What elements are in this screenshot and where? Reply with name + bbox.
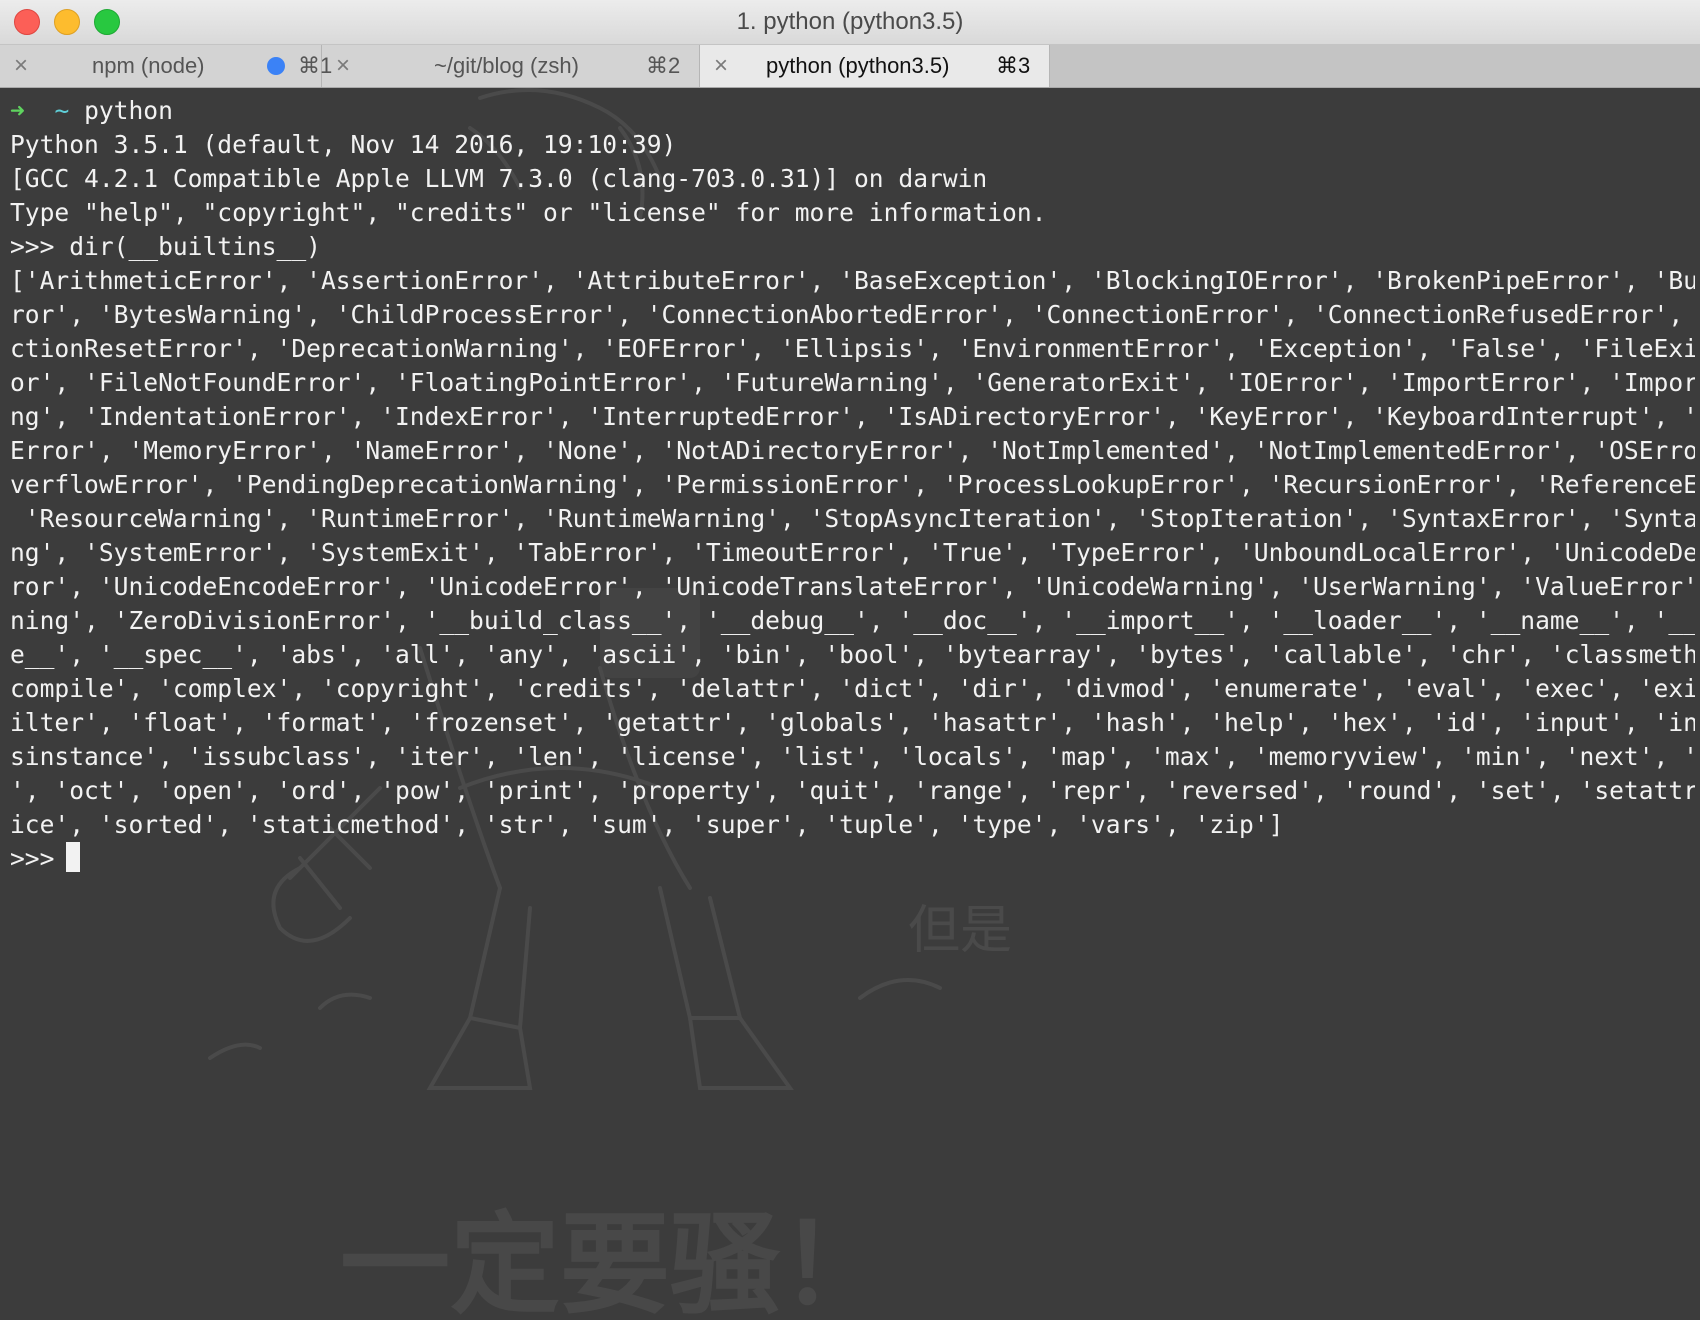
output-line: ice', 'sorted', 'staticmethod', 'str', '… <box>10 810 1284 839</box>
output-line: or', 'FileNotFoundError', 'FloatingPoint… <box>10 368 1695 397</box>
output-line: ['ArithmeticError', 'AssertionError', 'A… <box>10 266 1695 295</box>
background-slogan: 一定要骚！ <box>340 1201 890 1320</box>
tab-close-icon[interactable]: × <box>336 45 350 87</box>
output-line: e__', '__spec__', 'abs', 'all', 'any', '… <box>10 640 1695 669</box>
python-prompt-line[interactable]: >>> <box>10 842 1695 876</box>
tab-shortcut: ⌘2 <box>646 53 681 78</box>
output-line: ror', 'UnicodeEncodeError', 'UnicodeErro… <box>10 572 1695 601</box>
output-line: ilter', 'float', 'format', 'frozenset', … <box>10 708 1695 737</box>
output-line: Type "help", "copyright", "credits" or "… <box>10 198 1047 227</box>
tab-npm[interactable]: × npm (node) ⌘1 <box>0 45 332 87</box>
title-bar: 1. python (python3.5) <box>0 0 1700 45</box>
output-line: sinstance', 'issubclass', 'iter', 'len',… <box>10 742 1695 771</box>
shell-prompt-line: ➜ ~ python <box>10 94 1695 128</box>
output-line: Python 3.5.1 (default, Nov 14 2016, 19:1… <box>10 130 677 159</box>
tab-shortcut: ⌘3 <box>996 53 1031 78</box>
window-title: 1. python (python3.5) <box>736 8 964 35</box>
tab-label: npm (node) <box>92 53 205 78</box>
tab-bar: × npm (node) ⌘1 × ~/git/blog (zsh) ⌘2 × … <box>0 45 1700 88</box>
output-line: ning', 'ZeroDivisionError', '__build_cla… <box>10 606 1695 635</box>
prompt-arrow-icon: ➜ <box>10 96 25 125</box>
tab-label: ~/git/blog (zsh) <box>434 53 579 78</box>
output-line: ror', 'BytesWarning', 'ChildProcessError… <box>10 300 1695 329</box>
prompt-directory: ~ <box>54 96 70 125</box>
tab-python[interactable]: × python (python3.5) ⌘3 <box>700 45 1050 87</box>
tab-close-icon[interactable]: × <box>714 45 728 87</box>
terminal-window: 1. python (python3.5) × npm (node) ⌘1 × … <box>0 0 1700 1320</box>
tab-blog[interactable]: × ~/git/blog (zsh) ⌘2 <box>322 45 700 87</box>
background-caption: 但是 <box>908 901 1012 961</box>
output-line: ng', 'IndentationError', 'IndexError', '… <box>10 402 1695 431</box>
output-line: verflowError', 'PendingDeprecationWarnin… <box>10 470 1695 499</box>
output-line: [GCC 4.2.1 Compatible Apple LLVM 7.3.0 (… <box>10 164 988 193</box>
output-line: compile', 'complex', 'copyright', 'credi… <box>10 674 1695 703</box>
output-line: ', 'oct', 'open', 'ord', 'pow', 'print',… <box>10 776 1695 805</box>
prompt-command: python <box>84 96 173 125</box>
tab-label: python (python3.5) <box>766 53 950 78</box>
output-line: >>> dir(__builtins__) <box>10 232 321 261</box>
activity-dot-icon <box>267 57 285 75</box>
terminal-content[interactable]: 一定要骚！ 但是 ➜ ~ python Python 3.5.1 (defaul… <box>0 88 1700 1320</box>
output-line: 'ResourceWarning', 'RuntimeError', 'Runt… <box>10 504 1695 533</box>
terminal-output: ➜ ~ python Python 3.5.1 (default, Nov 14… <box>10 94 1695 876</box>
output-line: Error', 'MemoryError', 'NameError', 'Non… <box>10 436 1695 465</box>
tab-bar-empty-area[interactable] <box>1050 45 1700 87</box>
python-prompt: >>> <box>10 844 55 873</box>
tab-close-icon[interactable]: × <box>14 45 28 87</box>
text-cursor <box>66 842 81 872</box>
output-line: ctionResetError', 'DeprecationWarning', … <box>10 334 1695 363</box>
output-line: ng', 'SystemError', 'SystemExit', 'TabEr… <box>10 538 1695 567</box>
